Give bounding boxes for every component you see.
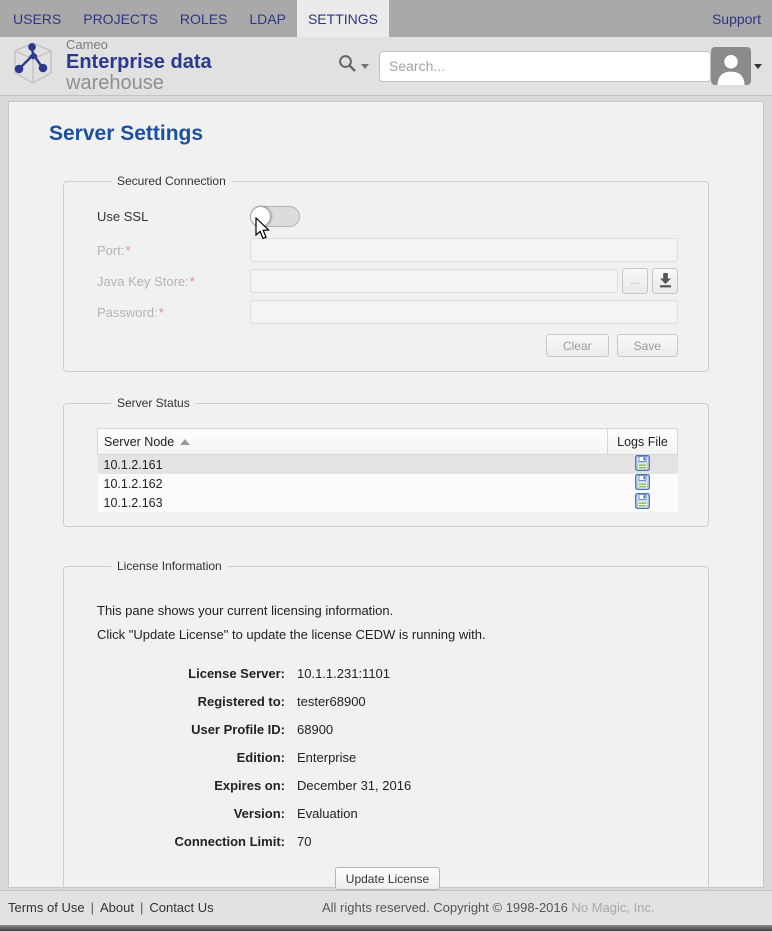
password-label: Password:* (97, 304, 164, 320)
java-key-store-row: Java Key Store:* ... (97, 268, 678, 294)
brand-enterprise-data: Enterprise data (66, 50, 212, 73)
port-row: Port:* (97, 238, 678, 262)
floppy-disk-icon (635, 493, 650, 512)
user-avatar[interactable] (711, 47, 751, 85)
java-key-store-label: Java Key Store:* (97, 273, 195, 289)
page-title: Server Settings (49, 122, 204, 145)
floppy-disk-icon (635, 474, 650, 493)
server-node-cell: 10.1.2.162 (97, 474, 608, 493)
about-link[interactable]: About (100, 900, 134, 915)
search-zone (338, 50, 711, 82)
license-row-expires-on: Expires on: December 31, 2016 (214, 778, 412, 793)
user-menu-caret-icon[interactable] (754, 63, 762, 69)
nav-item-projects[interactable]: PROJECTS (72, 0, 169, 37)
top-nav: USERS PROJECTS ROLES LDAP SETTINGS Suppo… (0, 0, 772, 37)
use-ssl-row: Use SSL (97, 204, 678, 240)
license-row-server: License Server: 10.1.1.231:1101 (188, 666, 391, 681)
nav-spacer (389, 0, 701, 37)
download-keystore-button[interactable] (652, 268, 678, 294)
brand-cameo: Cameo (66, 37, 108, 53)
password-input[interactable] (250, 300, 678, 324)
user-menu (711, 47, 762, 85)
secured-connection-actions: Clear Save (97, 334, 678, 357)
license-section: License Information This pane shows your… (63, 559, 709, 915)
bottom-strip (0, 925, 772, 931)
clear-button[interactable]: Clear (545, 334, 609, 357)
floppy-disk-icon (635, 455, 650, 474)
server-status-section: Server Status Server Node Logs File 10.1… (63, 396, 709, 527)
server-node-cell: 10.1.2.161 (97, 454, 608, 474)
nav-item-support[interactable]: Support (701, 0, 772, 37)
license-row-connection-limit: Connection Limit: 70 (174, 834, 312, 849)
search-input[interactable] (379, 50, 711, 82)
license-details: License Server: 10.1.1.231:1101 Register… (97, 666, 678, 849)
table-row[interactable]: 10.1.2.161 (97, 454, 678, 474)
java-key-store-input[interactable] (250, 269, 618, 293)
server-node-cell: 10.1.2.163 (97, 493, 608, 512)
nav-item-roles[interactable]: ROLES (169, 0, 238, 37)
save-button[interactable]: Save (616, 334, 678, 357)
brand-text: Cameo Enterprise data warehouse (66, 38, 262, 94)
port-input[interactable] (250, 238, 678, 262)
search-options-caret-icon[interactable] (361, 63, 369, 69)
contact-us-link[interactable]: Contact Us (149, 900, 213, 915)
server-status-table: Server Node Logs File 10.1.2.161 10.1.2.… (97, 428, 678, 512)
secured-connection-section: Secured Connection Use SSL Port:* Java K… (63, 174, 709, 372)
mouse-cursor-icon (255, 216, 272, 246)
license-row-edition: Edition: Enterprise (236, 750, 357, 765)
nav-item-ldap[interactable]: LDAP (238, 0, 297, 37)
license-row-registered-to: Registered to: tester68900 (197, 694, 366, 709)
brand-logo: Cameo Enterprise data warehouse (10, 38, 262, 94)
table-row[interactable]: 10.1.2.163 (97, 493, 678, 512)
port-label: Port:* (97, 242, 131, 258)
required-asterisk: * (125, 242, 131, 258)
license-intro-line1: This pane shows your current licensing i… (97, 603, 394, 618)
content-card: Server Settings Secured Connection Use S… (8, 101, 764, 915)
footer-links: Terms of Use | About | Contact Us (8, 900, 214, 915)
license-legend: License Information (117, 559, 222, 573)
server-status-legend: Server Status (117, 396, 190, 410)
download-logs-button[interactable] (635, 474, 650, 490)
cameo-cube-logo-icon (10, 40, 56, 91)
download-icon (658, 272, 673, 291)
column-header-logs-file: Logs File (607, 428, 678, 455)
secured-connection-legend: Secured Connection (117, 174, 226, 188)
sort-ascending-icon (180, 439, 191, 446)
download-logs-button[interactable] (635, 455, 650, 471)
column-header-server-node[interactable]: Server Node (97, 428, 608, 455)
table-row[interactable]: 10.1.2.162 (97, 474, 678, 493)
brand-warehouse: warehouse (66, 71, 164, 94)
browse-keystore-button[interactable]: ... (622, 268, 648, 294)
app-header: Cameo Enterprise data warehouse (0, 37, 772, 96)
nav-item-settings[interactable]: SETTINGS (296, 0, 389, 37)
license-intro-line2: Click "Update License" to update the lic… (97, 627, 486, 642)
copyright-text: All rights reserved. Copyright © 1998-20… (322, 900, 655, 915)
footer-separator: | (90, 900, 94, 915)
footer-separator: | (139, 900, 144, 915)
password-row: Password:* (97, 300, 678, 324)
update-license-button[interactable]: Update License (334, 867, 441, 890)
company-name: No Magic, Inc. (571, 900, 655, 915)
license-row-version: Version: Evaluation (233, 806, 358, 821)
nav-item-users[interactable]: USERS (2, 0, 72, 37)
required-asterisk: * (158, 304, 164, 320)
use-ssl-label: Use SSL (97, 208, 149, 224)
required-asterisk: * (189, 273, 195, 289)
terms-of-use-link[interactable]: Terms of Use (8, 900, 85, 915)
download-logs-button[interactable] (635, 493, 650, 509)
license-row-user-profile-id: User Profile ID: 68900 (191, 722, 334, 737)
page-footer: Terms of Use | About | Contact Us All rights… (0, 890, 772, 925)
search-icon[interactable] (338, 54, 357, 78)
